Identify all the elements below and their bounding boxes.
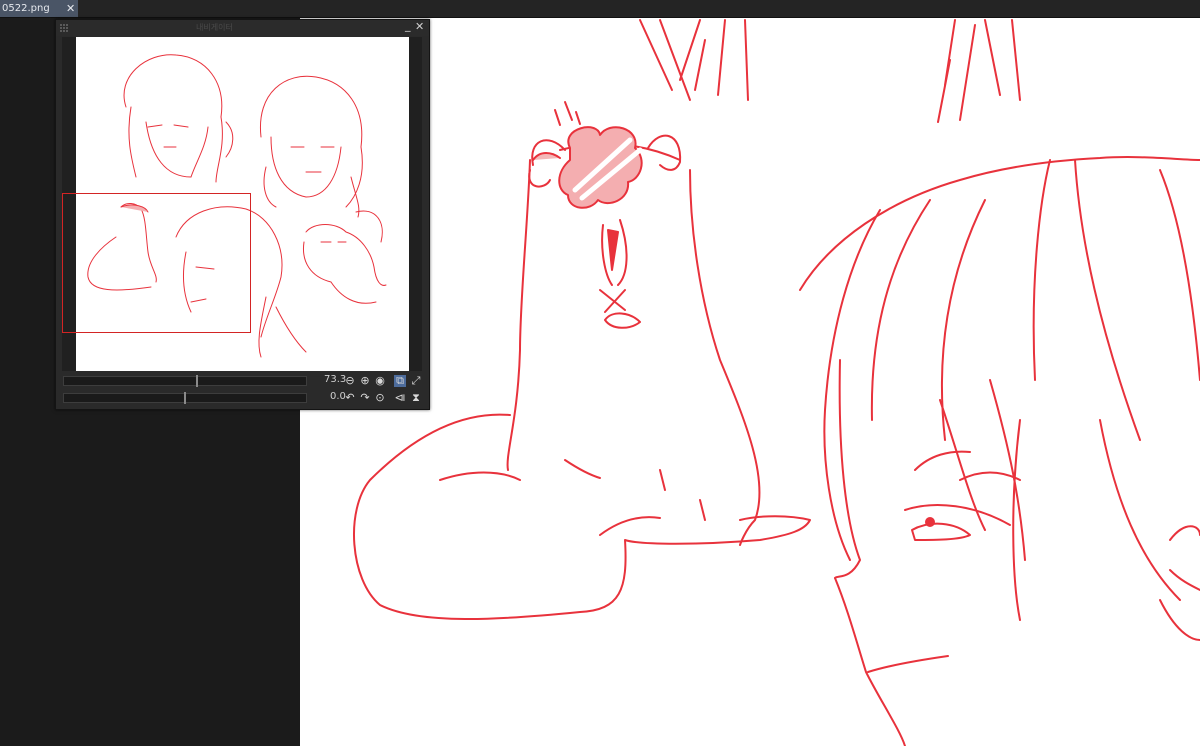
zoom-value[interactable]: 73.3 xyxy=(324,374,346,385)
close-tab-icon[interactable]: ✕ xyxy=(66,0,75,17)
fit-window-icon[interactable]: ⧉ xyxy=(394,375,406,387)
fit-stop-icon[interactable]: ◉ xyxy=(374,375,386,387)
zoom-in-icon[interactable]: ⊕ xyxy=(359,375,371,387)
navigator-preview-area[interactable] xyxy=(62,37,422,371)
reset-rotation-icon[interactable]: ⊙ xyxy=(374,392,386,404)
rotate-left-icon[interactable]: ↶ xyxy=(344,392,356,404)
navigator-title: 내비게이터 xyxy=(196,23,233,32)
flip-horizontal-icon[interactable]: ⧏ xyxy=(394,392,406,404)
navigator-panel: 내비게이터 _ ✕ 73.3 ⊖ ⊕ ◉ ⧉ ⤢ 0.0 ↶ ↷ ⊙ ⧏ ⧗ xyxy=(55,19,430,410)
minimize-icon[interactable]: _ xyxy=(405,19,411,32)
document-tab-bar: 0522.png ✕ xyxy=(0,0,1200,17)
rotate-right-icon[interactable]: ↷ xyxy=(359,392,371,404)
rotation-slider[interactable] xyxy=(63,392,307,404)
navigator-controls: 73.3 ⊖ ⊕ ◉ ⧉ ⤢ 0.0 ↶ ↷ ⊙ ⧏ ⧗ xyxy=(56,372,429,409)
viewport-indicator[interactable] xyxy=(62,193,251,333)
panel-grip-icon[interactable] xyxy=(60,24,68,32)
line-art-drawing xyxy=(353,19,1200,746)
zoom-slider[interactable] xyxy=(63,375,307,387)
drawing-canvas[interactable] xyxy=(300,18,1200,746)
document-tab[interactable]: 0522.png ✕ xyxy=(0,0,78,17)
zoom-out-icon[interactable]: ⊖ xyxy=(344,375,356,387)
zoom-slider-handle[interactable] xyxy=(196,375,198,387)
close-icon[interactable]: ✕ xyxy=(415,20,424,33)
rotation-slider-handle[interactable] xyxy=(184,392,186,404)
navigator-titlebar[interactable]: 내비게이터 _ ✕ xyxy=(56,19,429,36)
document-tab-label: 0522.png xyxy=(2,3,50,14)
fullscreen-icon[interactable]: ⤢ xyxy=(410,375,422,387)
flip-vertical-icon[interactable]: ⧗ xyxy=(410,392,422,404)
